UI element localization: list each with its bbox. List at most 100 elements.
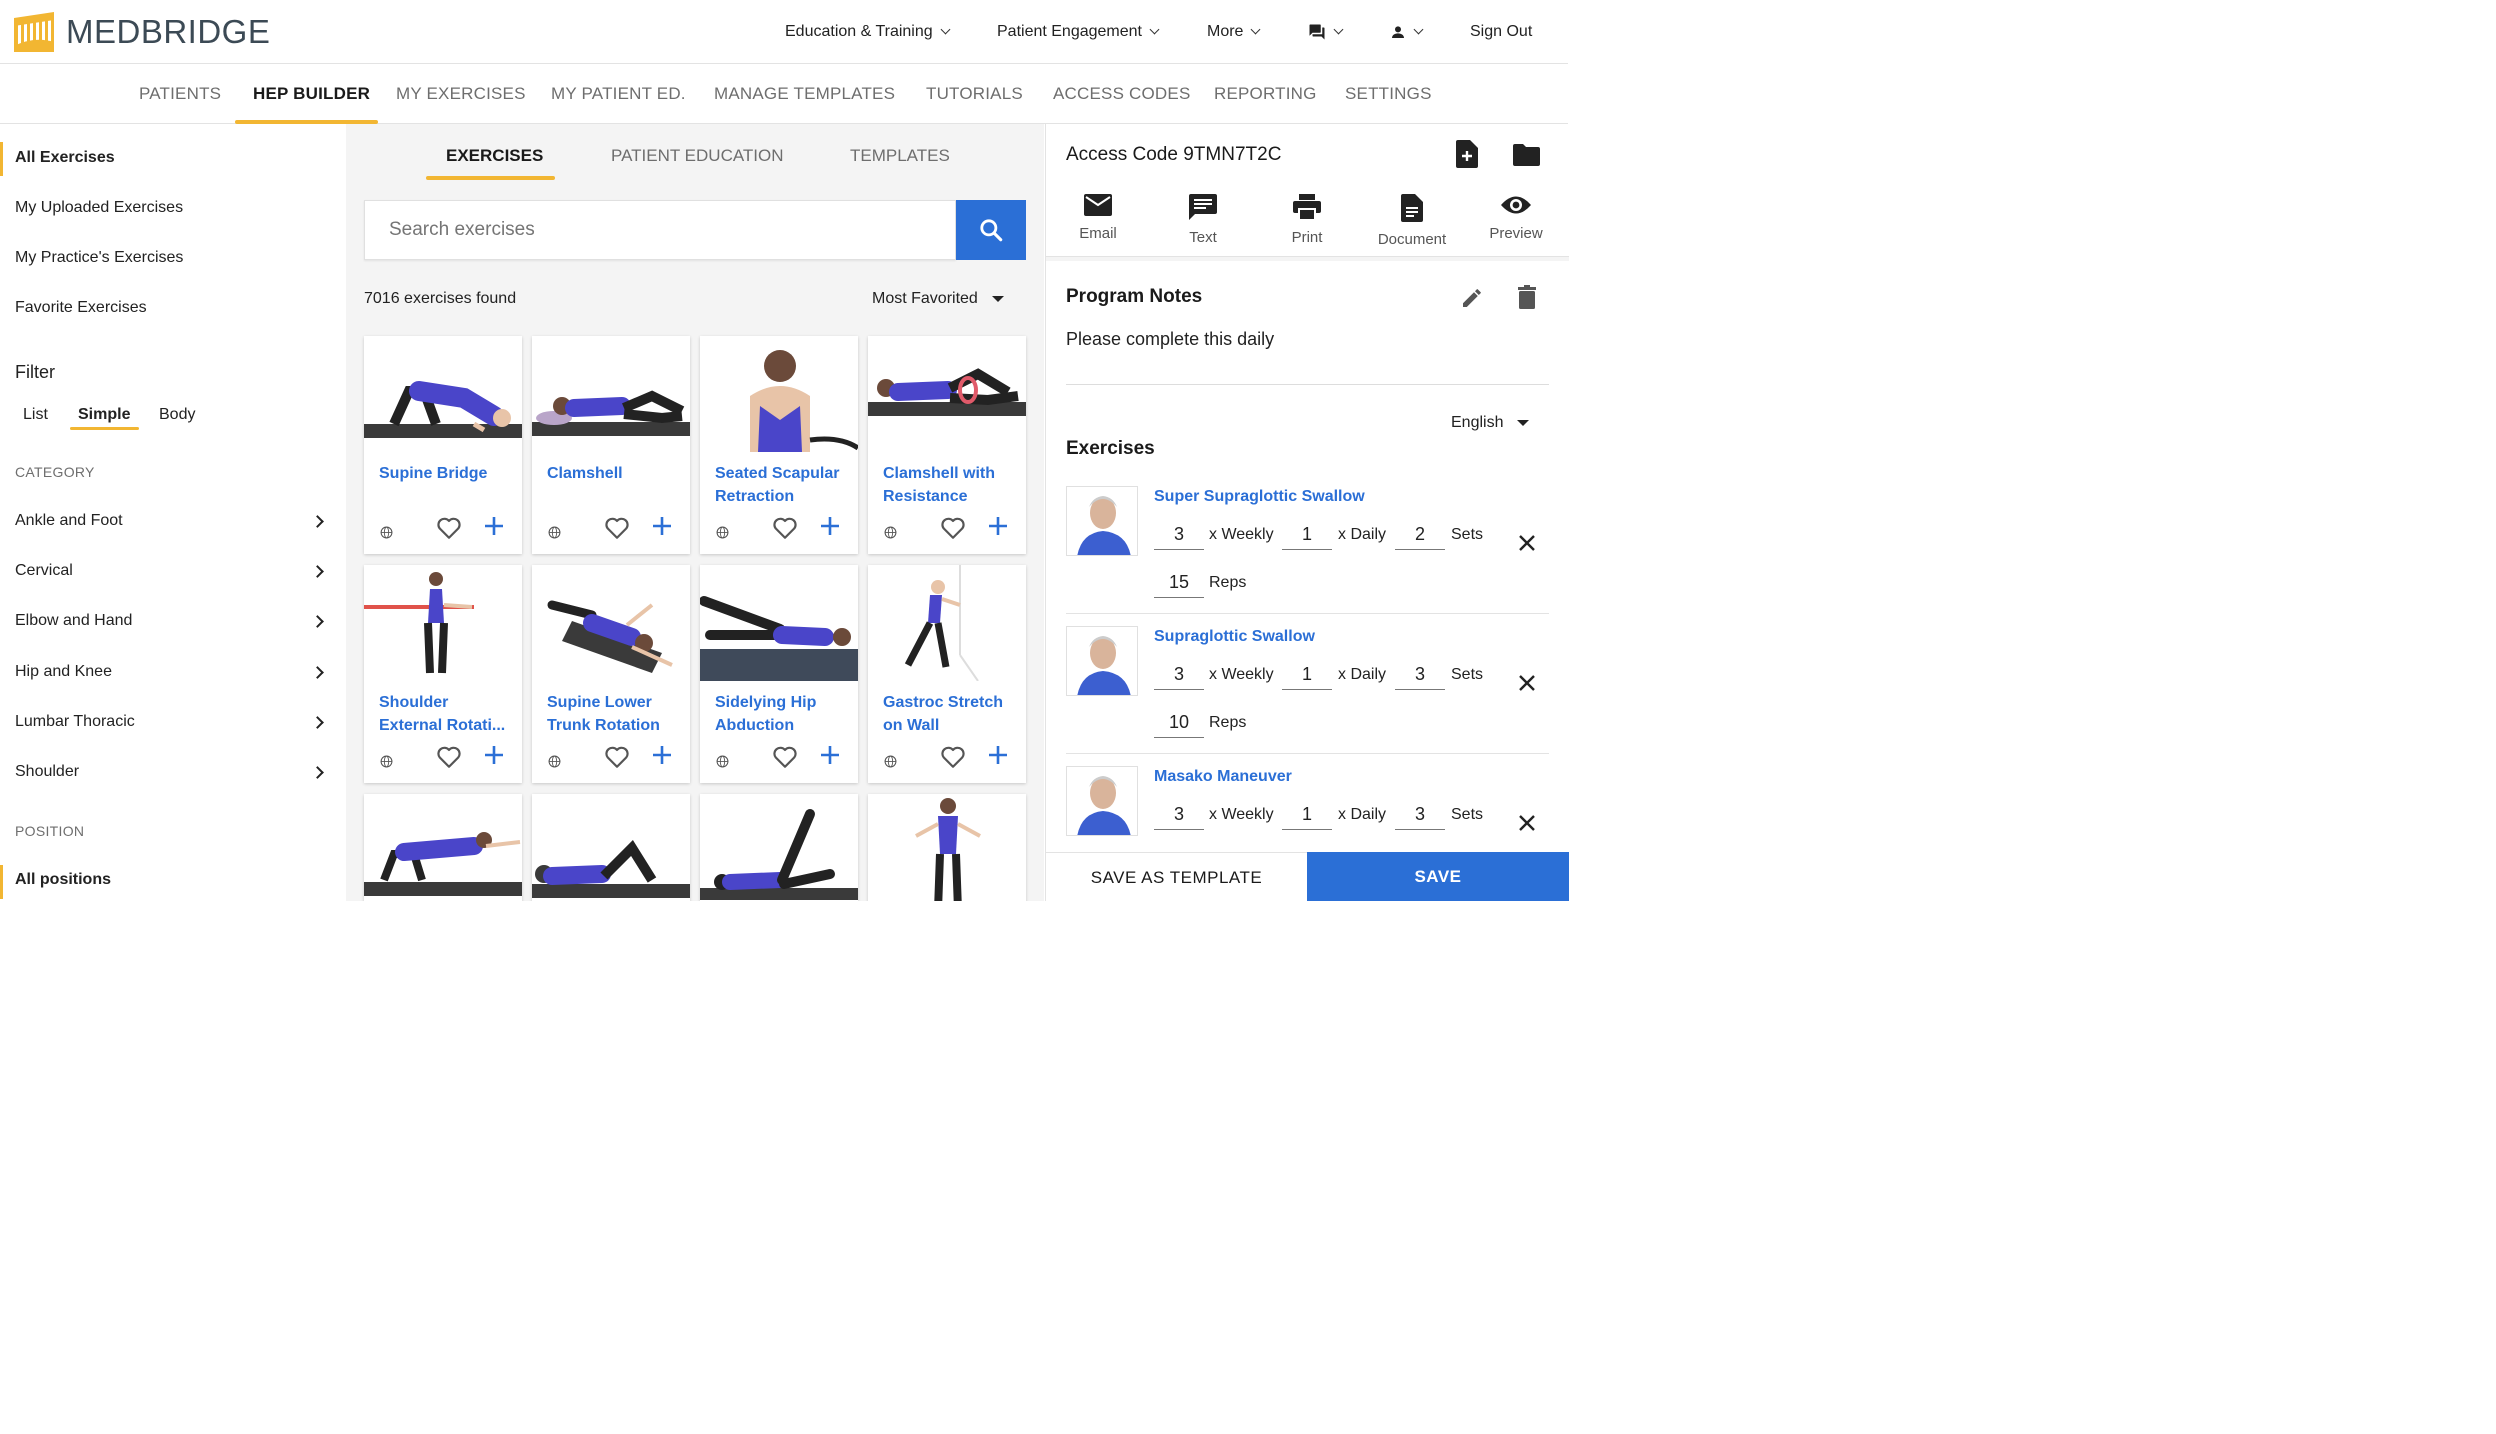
exercise-name-link[interactable]: Masako Maneuver (1154, 768, 1292, 786)
reps-input[interactable]: 10 (1154, 712, 1204, 738)
library-all-exercises[interactable]: All Exercises (15, 149, 115, 167)
category-shoulder[interactable]: Shoulder (15, 763, 79, 781)
exercise-card[interactable] (364, 794, 522, 901)
exercise-thumbnail[interactable] (868, 336, 1026, 452)
folder-icon[interactable] (1513, 144, 1540, 166)
favorite-heart-icon[interactable] (436, 516, 462, 540)
save-as-template-button[interactable]: SAVE AS TEMPLATE (1046, 852, 1307, 901)
tab-manage-templates[interactable]: MANAGE TEMPLATES (714, 64, 895, 124)
new-document-icon[interactable] (1456, 140, 1478, 168)
tab-reporting[interactable]: REPORTING (1214, 64, 1317, 124)
exercise-card[interactable]: Clamshell (532, 336, 690, 554)
weekly-input[interactable]: 3 (1154, 804, 1204, 830)
exercise-thumbnail[interactable] (364, 565, 522, 681)
exercise-thumbnail[interactable] (532, 565, 690, 681)
exercise-title-link[interactable]: Supine Bridge (379, 462, 514, 485)
nav-patient-engagement[interactable]: Patient Engagement (997, 0, 1160, 64)
tab-my-patient-ed[interactable]: MY PATIENT ED. (551, 64, 686, 124)
favorite-heart-icon[interactable] (940, 516, 966, 540)
tab-patient-education[interactable]: PATIENT EDUCATION (611, 146, 784, 166)
exercise-thumbnail[interactable] (364, 794, 522, 901)
globe-icon[interactable] (884, 755, 897, 768)
exercise-thumbnail[interactable] (532, 336, 690, 452)
remove-exercise-icon[interactable] (1518, 814, 1536, 832)
exercise-card[interactable]: Gastroc Stretch on Wall (868, 565, 1026, 783)
exercise-title-link[interactable]: Sidelying Hip Abduction (715, 691, 850, 737)
exercise-thumbnail[interactable] (532, 794, 690, 901)
exercise-card[interactable] (532, 794, 690, 901)
category-cervical[interactable]: Cervical (15, 562, 73, 580)
category-elbow-hand[interactable]: Elbow and Hand (15, 612, 132, 630)
nav-more[interactable]: More (1207, 0, 1261, 64)
exercise-title-link[interactable]: Supine Lower Trunk Rotation (547, 691, 682, 737)
globe-icon[interactable] (716, 526, 729, 539)
tab-my-exercises[interactable]: MY EXERCISES (396, 64, 526, 124)
exercise-thumbnail[interactable] (1066, 486, 1138, 556)
tab-patients[interactable]: PATIENTS (139, 64, 221, 124)
add-exercise-icon[interactable] (652, 516, 672, 536)
globe-icon[interactable] (548, 755, 561, 768)
favorite-heart-icon[interactable] (604, 516, 630, 540)
chevron-right-icon[interactable] (311, 515, 324, 528)
library-my-practice[interactable]: My Practice's Exercises (15, 249, 183, 267)
tab-templates[interactable]: TEMPLATES (850, 146, 950, 166)
filter-mode-body[interactable]: Body (159, 406, 195, 424)
tab-tutorials[interactable]: TUTORIALS (926, 64, 1023, 124)
add-exercise-icon[interactable] (988, 745, 1008, 765)
text-action[interactable]: Text (1158, 194, 1248, 246)
document-action[interactable]: Document (1367, 194, 1457, 248)
exercise-thumbnail[interactable] (700, 794, 858, 901)
preview-action[interactable]: Preview (1471, 194, 1561, 242)
favorite-heart-icon[interactable] (772, 516, 798, 540)
exercise-card[interactable]: Seated Scapular Retraction (700, 336, 858, 554)
category-hip-knee[interactable]: Hip and Knee (15, 663, 112, 681)
globe-icon[interactable] (548, 526, 561, 539)
tab-hep-builder[interactable]: HEP BUILDER (253, 64, 370, 124)
sign-out-link[interactable]: Sign Out (1470, 0, 1532, 64)
globe-icon[interactable] (716, 755, 729, 768)
search-input[interactable] (389, 219, 929, 241)
exercise-title-link[interactable]: Shoulder External Rotati... (379, 691, 514, 737)
tab-access-codes[interactable]: ACCESS CODES (1053, 64, 1191, 124)
sets-input[interactable]: 2 (1395, 524, 1445, 550)
messages-menu[interactable] (1308, 0, 1344, 64)
email-action[interactable]: Email (1053, 194, 1143, 242)
chevron-right-icon[interactable] (311, 766, 324, 779)
library-my-uploaded[interactable]: My Uploaded Exercises (15, 199, 183, 217)
library-favorites[interactable]: Favorite Exercises (15, 299, 147, 317)
add-exercise-icon[interactable] (820, 745, 840, 765)
exercise-thumbnail[interactable] (364, 336, 522, 452)
daily-input[interactable]: 1 (1282, 524, 1332, 550)
exercise-card[interactable] (700, 794, 858, 901)
exercise-thumbnail[interactable] (1066, 766, 1138, 836)
chevron-right-icon[interactable] (311, 716, 324, 729)
filter-mode-list[interactable]: List (23, 406, 48, 424)
medbridge-logo[interactable]: MEDBRIDGE (14, 12, 270, 52)
daily-input[interactable]: 1 (1282, 804, 1332, 830)
account-menu[interactable] (1390, 0, 1424, 64)
chevron-right-icon[interactable] (311, 565, 324, 578)
globe-icon[interactable] (380, 526, 393, 539)
remove-exercise-icon[interactable] (1518, 534, 1536, 552)
exercise-card[interactable] (868, 794, 1026, 901)
favorite-heart-icon[interactable] (940, 745, 966, 769)
exercise-card[interactable]: Shoulder External Rotati... (364, 565, 522, 783)
add-exercise-icon[interactable] (652, 745, 672, 765)
add-exercise-icon[interactable] (988, 516, 1008, 536)
exercise-card[interactable]: Sidelying Hip Abduction (700, 565, 858, 783)
sets-input[interactable]: 3 (1395, 804, 1445, 830)
edit-pencil-icon[interactable] (1460, 286, 1484, 310)
tab-exercises[interactable]: EXERCISES (446, 146, 543, 166)
trash-icon[interactable] (1518, 285, 1536, 309)
favorite-heart-icon[interactable] (604, 745, 630, 769)
search-field[interactable] (364, 200, 956, 260)
exercise-thumbnail[interactable] (868, 565, 1026, 681)
tab-settings[interactable]: SETTINGS (1345, 64, 1432, 124)
favorite-heart-icon[interactable] (772, 745, 798, 769)
chevron-right-icon[interactable] (311, 666, 324, 679)
category-ankle-foot[interactable]: Ankle and Foot (15, 512, 123, 530)
exercise-card[interactable]: Supine Bridge (364, 336, 522, 554)
exercise-card[interactable]: Clamshell with Resistance (868, 336, 1026, 554)
reps-input[interactable]: 15 (1154, 572, 1204, 598)
weekly-input[interactable]: 3 (1154, 664, 1204, 690)
